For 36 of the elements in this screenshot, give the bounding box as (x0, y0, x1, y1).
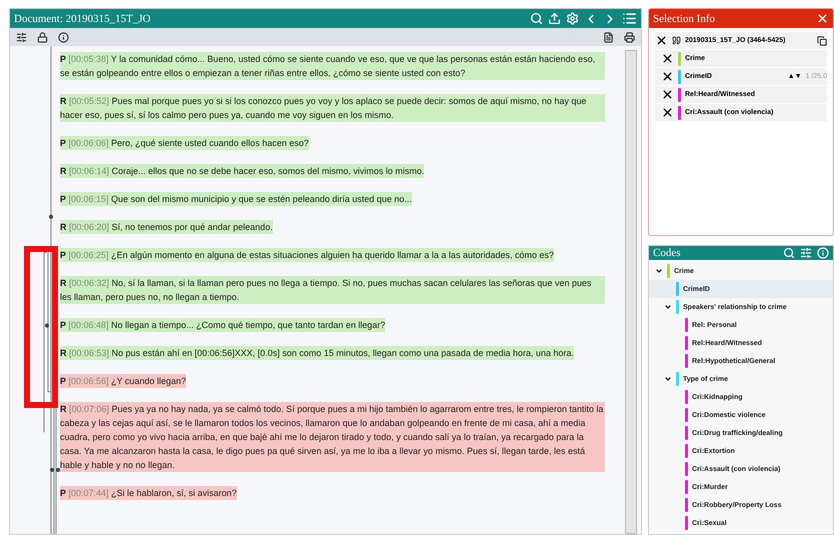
lock-icon[interactable] (37, 32, 48, 42)
settings-icon[interactable] (566, 12, 579, 25)
panel-title: Codes (653, 247, 682, 259)
filter-icon[interactable] (16, 32, 27, 42)
search-icon[interactable] (783, 247, 795, 259)
remove-icon[interactable] (661, 88, 674, 101)
transcript-paragraph: P [00:06:15] Que son del mismo municipio y que se estén peleando diría usted que no... (60, 192, 412, 206)
quote-icon (672, 36, 681, 45)
document-icon[interactable] (603, 32, 614, 42)
remove-icon[interactable] (655, 34, 668, 47)
transcript-paragraph: P [00:06:25] ¿En algún momento en alguna de estas situaciones alguien ha querido llamar a la a las autoridades, cómo es? (60, 248, 554, 262)
transcript-paragraph: P [00:06:56] ¿Y cuando llegan? (60, 374, 186, 388)
window-title: Document: 20190315_15T_JO (14, 12, 152, 24)
panel-title: Selection Info (653, 12, 716, 24)
search-icon[interactable] (530, 12, 543, 25)
transcript-paragraph: P [00:07:44] ¿Si le hablaron, sí, si avisaron? (60, 486, 237, 500)
upload-icon[interactable] (548, 12, 561, 25)
menu-icon[interactable] (622, 11, 637, 26)
copy-icon (817, 36, 827, 46)
transcript-paragraph: R [00:06:14] Coraje... ellos que no se debe hacer eso, somos del mismo, vivimos lo mismo. (60, 164, 424, 178)
printer-icon[interactable] (624, 32, 635, 42)
transcript-paragraph: R [00:06:32] No, sí la llaman, si la llaman pero pues no llega a tiempo. Si no, pues muchas sacan celulares las señoras que ven pues les llaman, pero pues no, no llegan a tiempo. (60, 276, 605, 304)
remove-icon[interactable] (661, 70, 674, 83)
remove-icon[interactable] (661, 52, 674, 65)
transcript-paragraph: R [00:06:53] No pus están ahí en [00:06:56]XXX, [0.0s] son como 15 minutos, llegan como una pasada de media hora, una hora. (60, 346, 574, 360)
transcript-paragraph: R [00:07:06] Pues ya ya no hay nada, ya se calmó todo. Sí porque pues a mi hijo también lo agarrarom entre tres, le rompieron tantito la cabeza y las cejas aquí así, se le llamaron todos los vecinos, llamaron que lo andaban golpeando en frente de mi casa, ahí a media cuadra, pero como yo vivo hacia arriba, en que bajé ahí me lo dejaron tirado y todo, y cuando salí ya lo traían, ya recargado para la casa. Ya me alcanzaron hasta la casa, le digo pues pa qué sirven así, ya me lo iba a llevar yo mismo. Pues sí, llegan tarde, les está hable y hable y no no llegan. (60, 402, 605, 472)
transcript-paragraph: P [00:06:06] Pero, ¿qué siente usted cuando ellos hacen eso? (60, 136, 309, 150)
transcript-paragraph: P [00:05:38] Y la comunidad cómo... Bueno, usted cómo se siente cuando ve eso, que ve que las personas están están haciendo eso, se están golpeando entre ellos o empiezan a tener riñas entre ellos, ¿cómo se siente usted con esto? (60, 52, 605, 80)
filter-icon[interactable] (800, 247, 812, 259)
close-icon[interactable] (816, 12, 829, 25)
transcript-paragraph: R [00:05:52] Pues mal porque pues yo si si los conozco pues yo voy y los aplaco se puede decir: somos de aquí mismo, no hay que hacer eso, pues sí, sí los calmo pero pues ya, cuando me voy siguen en los mismo. (60, 94, 605, 122)
scrollbar[interactable] (625, 50, 637, 534)
transcript-paragraph: R [00:06:20] Sí, no tenemos por qué andar peleando. (60, 220, 273, 234)
info-icon[interactable] (58, 32, 69, 42)
remove-icon[interactable] (661, 106, 674, 119)
transcript-paragraph: P [00:06:48] No llegan a tiempo... ¿Como qué tiempo, que tanto tardan en llegar? (60, 318, 386, 332)
